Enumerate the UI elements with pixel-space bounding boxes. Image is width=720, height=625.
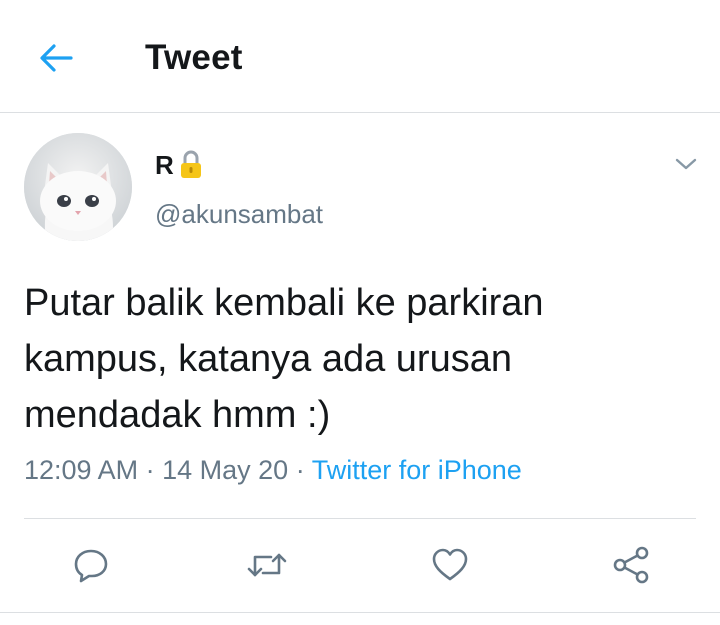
meta-separator: · xyxy=(295,455,305,485)
tweet-date: 14 May 20 xyxy=(162,455,289,485)
tweet-actions xyxy=(0,540,720,590)
share-icon xyxy=(613,546,649,584)
author-name-row[interactable]: R xyxy=(155,148,204,182)
display-name: R xyxy=(155,149,174,180)
lock-icon xyxy=(178,149,204,181)
retweet-icon xyxy=(247,553,287,577)
arrow-left-icon xyxy=(40,44,73,72)
tweet-meta: 12:09 AM · 14 May 20 · Twitter for iPhon… xyxy=(24,455,522,486)
reply-button[interactable] xyxy=(66,540,116,590)
back-button[interactable] xyxy=(32,36,80,80)
white-cat-avatar xyxy=(24,133,132,241)
chevron-down-icon xyxy=(675,158,697,170)
more-options-button[interactable] xyxy=(670,150,702,178)
user-handle[interactable]: @akunsambat xyxy=(155,199,323,230)
meta-separator: · xyxy=(145,455,155,485)
tweet-text: Putar balik kembali ke parkiran kampus, … xyxy=(24,282,544,436)
like-button[interactable] xyxy=(425,540,475,590)
share-button[interactable] xyxy=(606,540,656,590)
app-header: Tweet xyxy=(0,0,720,113)
tweet-source-link[interactable]: Twitter for iPhone xyxy=(312,455,522,485)
page-title: Tweet xyxy=(145,38,243,77)
avatar[interactable] xyxy=(24,133,132,241)
retweet-button[interactable] xyxy=(242,540,292,590)
tweet-time: 12:09 AM xyxy=(24,455,139,485)
reply-icon xyxy=(74,549,108,583)
divider xyxy=(0,612,720,613)
heart-icon xyxy=(432,548,468,581)
divider xyxy=(24,518,696,519)
